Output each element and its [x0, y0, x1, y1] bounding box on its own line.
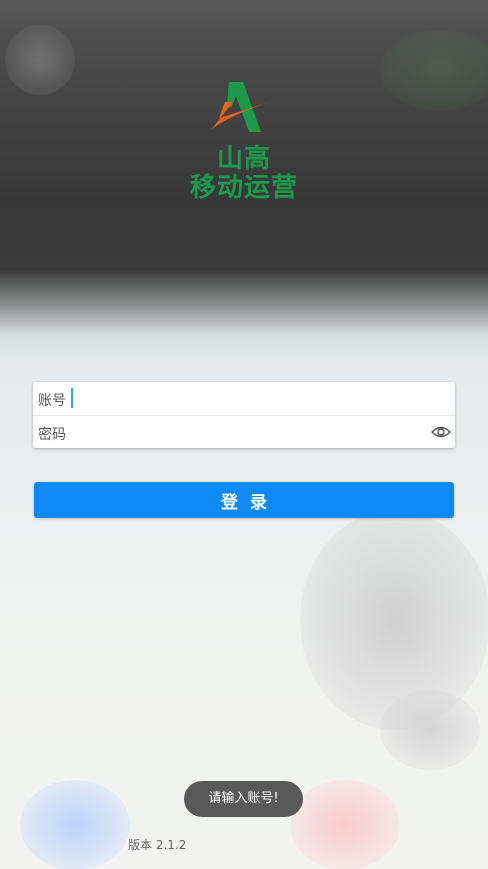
toast-message: 请输入账号! — [184, 781, 303, 817]
background-blur — [290, 780, 400, 869]
account-input[interactable] — [73, 386, 427, 412]
version-label: 版本 2.1.2 — [128, 838, 187, 852]
account-label: 账号 — [38, 393, 66, 409]
login-button[interactable]: 登录 — [34, 482, 454, 518]
background-blur — [380, 30, 488, 110]
password-row: 密码 — [33, 416, 455, 449]
login-form: 账号 密码 — [33, 382, 455, 448]
eye-icon[interactable] — [431, 423, 451, 441]
background-blur — [5, 25, 75, 95]
password-input[interactable] — [73, 420, 427, 446]
text-caret — [71, 388, 73, 408]
account-row: 账号 — [33, 382, 455, 416]
background-blur — [20, 780, 130, 869]
app-subtitle: 移动运营 — [189, 173, 298, 203]
password-label: 密码 — [38, 427, 66, 443]
background-blur — [380, 690, 480, 770]
app-logo-icon — [211, 82, 275, 132]
